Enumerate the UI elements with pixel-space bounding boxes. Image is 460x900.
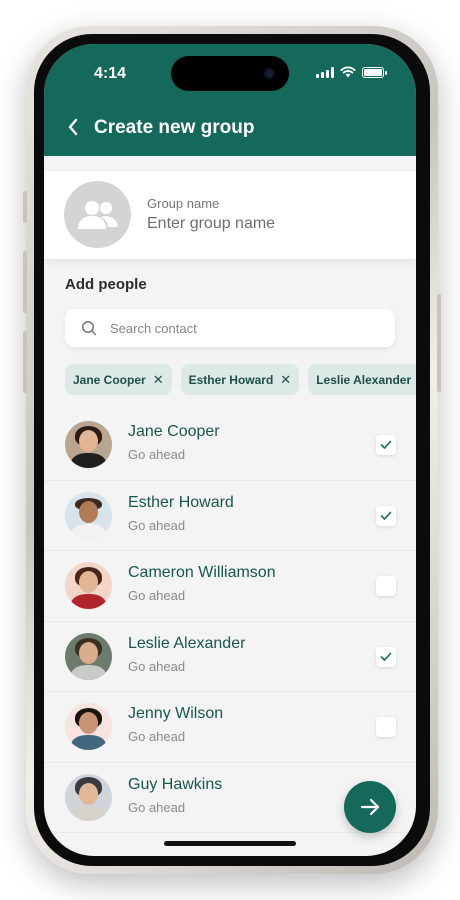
app-header: 4:14 Create new group (44, 44, 416, 156)
dynamic-island (171, 56, 289, 91)
avatar (65, 562, 112, 610)
chevron-left-icon (68, 118, 78, 136)
contact-name: Esther Howard (128, 493, 234, 511)
avatar (65, 421, 112, 469)
checkmark-icon (380, 511, 392, 520)
select-checkbox[interactable] (376, 435, 396, 455)
select-checkbox[interactable] (376, 646, 396, 667)
chip-label: Leslie Alexander (316, 372, 412, 387)
select-checkbox[interactable] (376, 576, 396, 596)
contact-list: Jane Cooper Go ahead Esther Howard Go ah… (44, 410, 416, 833)
wifi-icon (340, 66, 356, 78)
contact-status: Go ahead (128, 658, 186, 674)
checkmark-icon (380, 440, 392, 449)
status-time: 4:14 (94, 65, 127, 82)
contact-row[interactable]: Esther Howard Go ahead (44, 481, 416, 551)
avatar (65, 703, 112, 751)
next-button[interactable] (344, 781, 396, 833)
status-icons (316, 66, 387, 78)
group-name-label: Group name (147, 196, 220, 211)
group-icon (77, 200, 118, 229)
back-button[interactable] (62, 114, 84, 140)
chip-label: Esther Howard (188, 372, 274, 387)
section-title: Add people (65, 276, 147, 293)
avatar (65, 632, 112, 680)
close-icon[interactable]: ✕ (280, 373, 291, 386)
app-screen: 4:14 Create new group Group name Enter g… (44, 44, 416, 856)
volume-down-button (23, 331, 27, 393)
search-input[interactable] (110, 320, 370, 336)
contact-status: Go ahead (128, 729, 186, 744)
selected-chips: Jane Cooper ✕ Esther Howard ✕ Leslie Ale… (65, 364, 416, 395)
select-checkbox[interactable] (376, 717, 396, 737)
contact-row[interactable]: Jenny Wilson Go ahead (44, 692, 416, 763)
close-icon[interactable]: ✕ (153, 373, 164, 386)
avatar (65, 773, 112, 821)
group-avatar[interactable] (64, 181, 131, 248)
search-icon (81, 319, 99, 337)
battery-icon (362, 66, 387, 78)
arrow-right-icon (360, 798, 380, 816)
signal-icon (316, 66, 334, 78)
checkmark-icon (380, 652, 392, 661)
avatar (65, 491, 112, 539)
search-bar[interactable] (65, 309, 395, 347)
chip[interactable]: Esther Howard ✕ (180, 364, 300, 395)
contact-row[interactable]: Cameron Williamson Go ahead (44, 551, 416, 622)
contact-status: Go ahead (128, 799, 186, 815)
contact-name: Jane Cooper (128, 423, 220, 440)
contact-status: Go ahead (128, 447, 186, 462)
action-button (23, 191, 27, 223)
group-info-card: Group name (44, 171, 416, 259)
contact-name: Leslie Alexander (128, 634, 246, 652)
contact-row[interactable]: Leslie Alexander Go ahead (44, 622, 416, 692)
contact-status: Go ahead (128, 517, 186, 533)
power-button (437, 294, 441, 392)
chip[interactable]: Leslie Alexander ✕ (308, 364, 416, 395)
group-name-input[interactable] (147, 215, 387, 233)
home-indicator (164, 841, 296, 846)
contact-name: Jenny Wilson (128, 705, 224, 722)
contact-name: Cameron Williamson (128, 564, 276, 581)
volume-up-button (23, 251, 27, 313)
camera-icon (264, 68, 275, 79)
contact-name: Guy Hawkins (128, 775, 223, 793)
contact-status: Go ahead (128, 588, 186, 603)
page-title: Create new group (94, 117, 255, 138)
chip-label: Jane Cooper (73, 372, 146, 387)
contact-row[interactable]: Jane Cooper Go ahead (44, 410, 416, 481)
chip[interactable]: Jane Cooper ✕ (65, 364, 172, 395)
select-checkbox[interactable] (376, 505, 396, 526)
